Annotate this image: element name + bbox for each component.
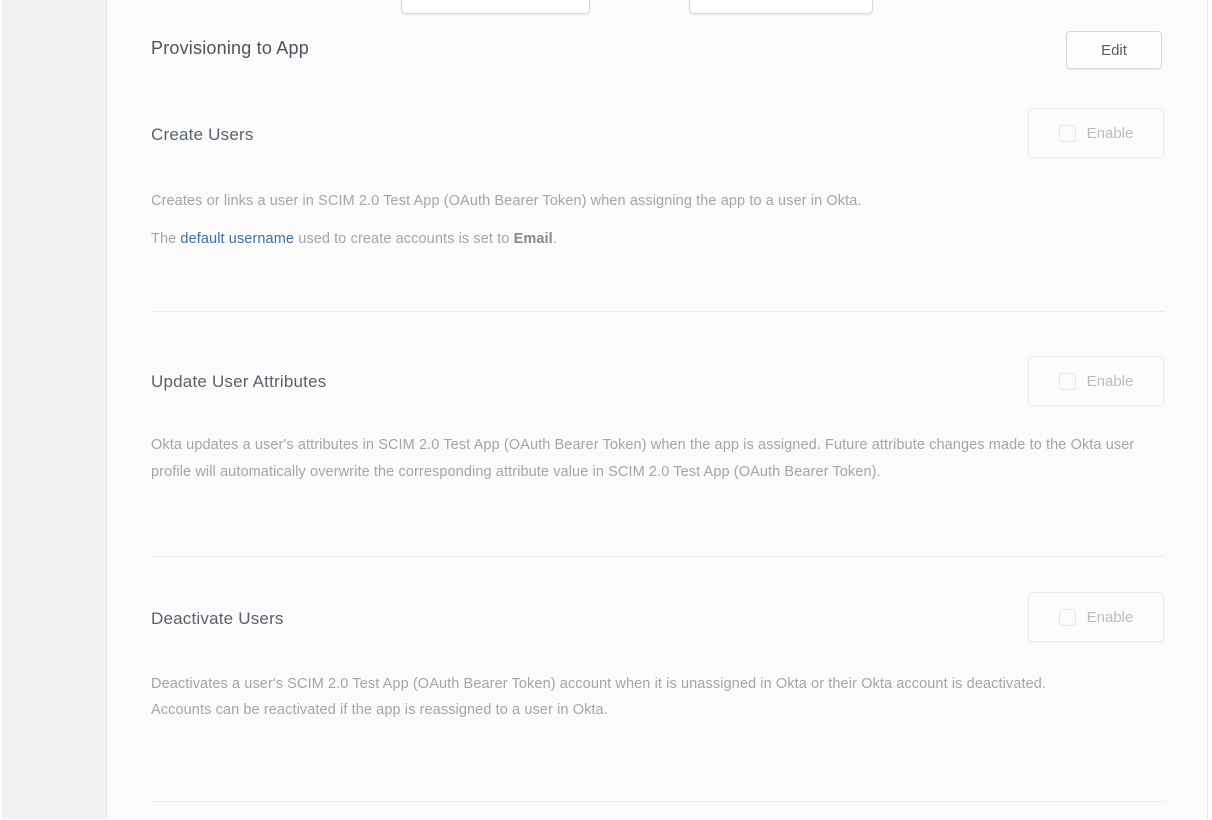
window-left-edge bbox=[0, 0, 2, 820]
enable-checkbox-update-user-attributes[interactable] bbox=[1059, 373, 1076, 390]
enable-checkbox-create-users[interactable] bbox=[1059, 125, 1076, 142]
deactivate-users-description: Deactivates a user's SCIM 2.0 Test App (… bbox=[151, 671, 1097, 723]
section-divider bbox=[151, 801, 1165, 802]
enable-label: Enable bbox=[1087, 125, 1134, 142]
section-divider bbox=[151, 556, 1165, 557]
main-panel: Provisioning to App Edit Create Users En… bbox=[107, 0, 1208, 819]
enable-label: Enable bbox=[1087, 609, 1134, 626]
default-username-link[interactable]: default username bbox=[180, 231, 294, 247]
cutoff-input-2[interactable] bbox=[689, 0, 873, 14]
enable-checkbox-deactivate-users[interactable] bbox=[1059, 609, 1076, 626]
edit-button[interactable]: Edit bbox=[1066, 31, 1162, 69]
page-title: Provisioning to App bbox=[151, 38, 309, 59]
update-user-attributes-description: Okta updates a user's attributes in SCIM… bbox=[151, 432, 1167, 486]
create-users-note: The default username used to create acco… bbox=[151, 226, 1151, 252]
note-suffix: . bbox=[553, 231, 557, 247]
note-prefix: The bbox=[151, 231, 180, 247]
section-title-deactivate-users: Deactivate Users bbox=[151, 609, 284, 629]
sidebar bbox=[0, 0, 107, 819]
enable-toggle-create-users[interactable]: Enable bbox=[1028, 108, 1164, 158]
enable-toggle-update-user-attributes[interactable]: Enable bbox=[1028, 356, 1164, 406]
enable-label: Enable bbox=[1087, 373, 1134, 390]
create-users-description: Creates or links a user in SCIM 2.0 Test… bbox=[151, 188, 1151, 214]
section-divider bbox=[151, 311, 1165, 312]
cutoff-input-1[interactable] bbox=[401, 0, 590, 14]
note-middle: used to create accounts is set to bbox=[294, 231, 514, 247]
enable-toggle-deactivate-users[interactable]: Enable bbox=[1028, 592, 1164, 642]
section-title-update-user-attributes: Update User Attributes bbox=[151, 372, 326, 392]
note-email-value: Email bbox=[514, 231, 553, 247]
section-title-create-users: Create Users bbox=[151, 125, 254, 145]
